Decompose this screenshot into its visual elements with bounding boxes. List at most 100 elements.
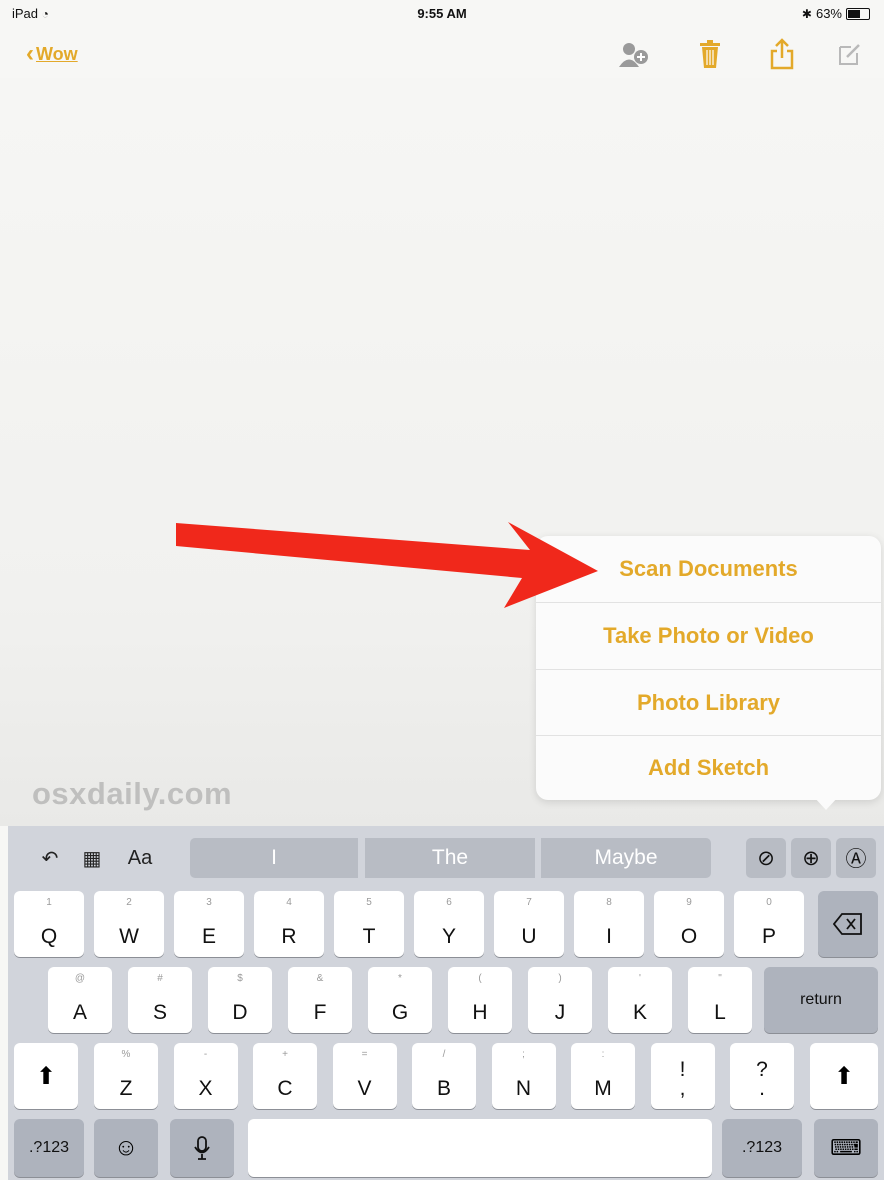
numbers-key-right[interactable]: .?123 [722, 1119, 802, 1177]
key-label: D [232, 1001, 248, 1025]
emoji-icon: ☺ [113, 1134, 139, 1161]
prediction-3[interactable]: Maybe [541, 838, 711, 878]
shift-right-key[interactable]: ⬆ [810, 1043, 878, 1109]
key-row3-4[interactable]: / B [412, 1043, 476, 1109]
key-row1-6[interactable]: 7U [494, 891, 564, 957]
key-label: K [632, 1001, 647, 1025]
key-row2-1[interactable]: # S [128, 967, 192, 1033]
key-row2-0[interactable]: @ A [48, 967, 112, 1033]
key-alt-label: : [601, 1049, 605, 1060]
format-text-button[interactable]: Aa [120, 838, 160, 878]
compose-icon[interactable] [832, 36, 868, 72]
key-row1-8[interactable]: 9O [654, 891, 724, 957]
markup-icon[interactable]: Ⓐ [836, 838, 876, 878]
status-bar: iPad ◔ 9:55 AM ✱ 63% [0, 0, 884, 28]
trash-icon[interactable] [692, 36, 728, 72]
key-label: R [281, 925, 297, 949]
key-row2-7[interactable]: ' K [608, 967, 672, 1033]
add-people-icon[interactable] [616, 36, 652, 72]
key-alt-label: / [442, 1049, 446, 1060]
popover-tail [813, 796, 839, 810]
table-icon[interactable]: ▦ [72, 838, 112, 878]
back-button[interactable]: ‹ Wow [26, 40, 78, 68]
key-alt-label: - [203, 1049, 208, 1060]
key-label: U [521, 925, 537, 949]
key-row3-6[interactable]: :M [571, 1043, 635, 1109]
key-row1-7[interactable]: 8I [574, 891, 644, 957]
battery-icon [846, 7, 870, 20]
key-row1-9[interactable]: 0P [734, 891, 804, 957]
key-alt-label: 8 [606, 897, 612, 908]
key-row3-2[interactable]: + C [253, 1043, 317, 1109]
key-label: F [313, 1001, 327, 1025]
shift-icon: ⬆ [35, 1062, 57, 1090]
microphone-icon [194, 1136, 210, 1160]
key-alt-label: 3 [206, 897, 212, 908]
prediction-2[interactable]: The [365, 838, 535, 878]
keyboard-dismiss-icon: ⌨ [830, 1135, 862, 1160]
key-alt-label: ' [639, 973, 641, 984]
key-label: C [277, 1077, 293, 1101]
key-row1-5[interactable]: 6Y [414, 891, 484, 957]
key-alt-label: $ [237, 973, 243, 984]
key-row2-5[interactable]: (H [448, 967, 512, 1033]
microphone-key[interactable] [170, 1119, 234, 1177]
key-row3-0[interactable]: % Z [94, 1043, 158, 1109]
key-label: X [198, 1077, 213, 1101]
key-alt-label: & [316, 973, 324, 984]
key-row3-3[interactable]: = V [332, 1043, 397, 1109]
key-row1-3[interactable]: 4R [254, 891, 324, 957]
key-row1-4[interactable]: 5T [334, 891, 404, 957]
emoji-key[interactable]: ☺ [94, 1119, 158, 1177]
numbers-label: .?123 [28, 1139, 70, 1156]
key-alt-label: @ [74, 973, 86, 984]
add-icon[interactable]: ⊕ [791, 838, 831, 878]
scan-documents-item[interactable]: Scan Documents [536, 536, 881, 602]
key-row2-3[interactable]: & F [288, 967, 352, 1033]
space-bar[interactable] [248, 1119, 712, 1177]
key-alt-label: # [157, 973, 163, 984]
delete-icon [833, 913, 862, 935]
keyboard: ↶ ▦ Aa I The Maybe ⊘ ⊕ Ⓐ 1Q2W3E4R5T6Y7U8… [8, 826, 884, 1180]
key-alt-label: 1 [46, 897, 52, 908]
numbers-key-left[interactable]: .?123 [14, 1119, 84, 1177]
shift-left-key[interactable]: ⬆ [14, 1043, 78, 1109]
key-label: L [714, 1001, 726, 1025]
key-label: P [761, 925, 776, 949]
key-label: V [357, 1077, 372, 1101]
key-row2-6[interactable]: ) J [528, 967, 592, 1033]
key-row3-8[interactable]: ? . [730, 1043, 794, 1109]
key-row1-2[interactable]: 3E [174, 891, 244, 957]
key-alt-label: ) [558, 973, 562, 984]
key-alt-label: * [398, 973, 402, 984]
key-alt-label: = [361, 1049, 368, 1060]
key-row3-5[interactable]: ; N [491, 1043, 556, 1109]
take-photo-item[interactable]: Take Photo or Video [536, 603, 881, 669]
undo-icon[interactable]: ↶ [30, 838, 70, 878]
key-label: H [472, 1001, 488, 1025]
share-icon[interactable] [764, 36, 800, 72]
key-row2-8[interactable]: " L [688, 967, 752, 1033]
key-alt-label: 5 [366, 897, 372, 908]
photo-library-item[interactable]: Photo Library [536, 670, 881, 736]
key-alt-label: 0 [766, 897, 772, 908]
key-label: I [606, 925, 612, 949]
key-alt-label: 7 [526, 897, 532, 908]
keyboard-dismiss-key[interactable]: ⌨ [814, 1119, 878, 1177]
key-alt-label: + [282, 1049, 288, 1060]
key-row1-1[interactable]: 2W [94, 891, 164, 957]
key-row3-1[interactable]: -X [173, 1043, 238, 1109]
key-row2-2[interactable]: $ D [208, 967, 272, 1033]
key-row1-0[interactable]: 1Q [14, 891, 84, 957]
delete-key[interactable] [818, 891, 878, 957]
add-sketch-item[interactable]: Add Sketch [536, 735, 881, 801]
prediction-1[interactable]: I [190, 838, 358, 878]
checklist-icon[interactable]: ⊘ [746, 838, 786, 878]
return-key[interactable]: return [764, 967, 878, 1033]
key-row3-7[interactable]: ! , [650, 1043, 715, 1109]
key-label: O [680, 925, 698, 949]
key-label: M [594, 1077, 612, 1101]
key-alt-label: 9 [686, 897, 692, 908]
key-row2-4[interactable]: * G [368, 967, 432, 1033]
status-right: ✱ 63% [802, 6, 870, 21]
